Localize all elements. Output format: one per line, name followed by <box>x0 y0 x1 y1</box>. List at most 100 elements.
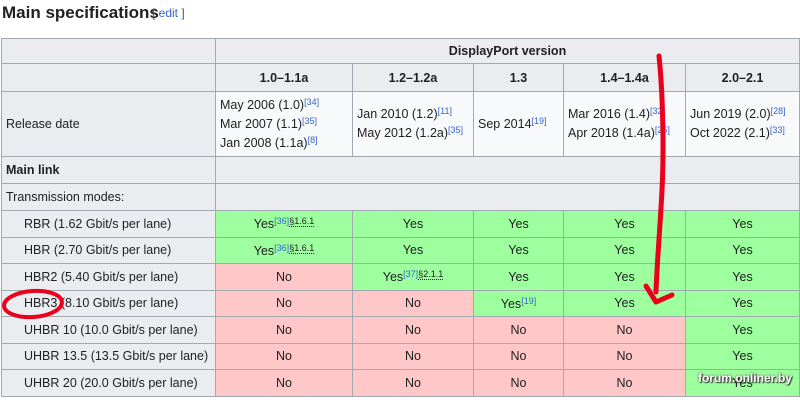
release-line: Oct 2022 (2.1)[33] <box>690 124 795 143</box>
support-cell: No <box>215 316 353 344</box>
table-row: HBR2 (5.40 Gbit/s per lane) No Yes[37]§2.1… <box>1 263 800 291</box>
support-value: Yes <box>253 217 275 232</box>
mode-label: HBR2 (5.40 Gbit/s per lane) <box>1 263 216 291</box>
support-value: No <box>616 349 633 364</box>
release-text: Jan 2010 (1.2) <box>357 107 438 121</box>
support-cell: Yes <box>352 236 474 264</box>
support-value: No <box>276 349 292 364</box>
release-date-cell: May 2006 (1.0)[34] Mar 2007 (1.1)[35] Jan … <box>215 91 353 157</box>
transmission-modes-blank <box>215 183 800 211</box>
support-value: No <box>510 375 527 390</box>
edit-label[interactable]: edit <box>159 6 178 20</box>
section-ref: §2.1.1 <box>418 269 444 281</box>
support-value: Yes <box>732 322 753 337</box>
support-cell: No <box>215 342 353 370</box>
support-value: No <box>405 375 421 390</box>
release-date-row: Release date May 2006 (1.0)[34] Mar 2007 (… <box>1 91 800 157</box>
header-row-group: DisplayPort version <box>1 38 800 64</box>
table-row: HBR (2.70 Gbit/s per lane) Yes[36]§1.6.1 Y… <box>1 236 800 264</box>
watermark: forum.onliner.by <box>697 371 792 385</box>
mode-label: RBR (1.62 Gbit/s per lane) <box>1 210 216 238</box>
support-cell: No <box>352 369 474 397</box>
support-value: No <box>405 349 421 364</box>
support-cell: Yes <box>352 210 474 238</box>
support-value: No <box>276 375 292 390</box>
release-date-cell: Jan 2010 (1.2)[11] May 2012 (1.2a)[35] <box>352 91 474 157</box>
support-cell: Yes <box>685 342 800 370</box>
edit-section-link[interactable]: [ edit ] <box>152 6 185 20</box>
support-value: No <box>405 322 421 337</box>
reference-link[interactable]: [36] <box>274 243 289 253</box>
support-value: Yes <box>732 243 753 258</box>
reference-link[interactable]: [34] <box>304 97 319 107</box>
release-text: Mar 2007 (1.1) <box>220 116 302 131</box>
section-heading: Main specifications <box>2 3 159 22</box>
section-ref: §1.6.1 <box>289 242 315 254</box>
release-date-cell: Mar 2016 (1.4)[32] Apr 2018 (1.4a)[25] <box>563 91 686 157</box>
support-value: Yes <box>508 243 529 258</box>
release-line: Mar 2007 (1.1)[35] <box>220 115 348 134</box>
release-date-label: Release date <box>1 91 216 157</box>
support-cell: Yes <box>563 210 686 238</box>
version-header: 1.2–1.2a <box>352 63 474 92</box>
reference-link[interactable]: [35] <box>448 125 463 135</box>
support-cell: No <box>215 263 353 291</box>
release-line: Jan 2010 (1.2)[11] <box>357 105 469 124</box>
reference-link[interactable]: [11] <box>438 106 452 116</box>
support-cell: Yes <box>563 289 686 317</box>
support-value: Yes <box>382 270 404 285</box>
release-text: Apr 2018 (1.4a) <box>568 126 655 140</box>
support-value: Yes <box>614 216 635 231</box>
version-header: 1.3 <box>473 63 564 92</box>
support-value: Yes <box>614 296 635 311</box>
reference-link[interactable]: [37] <box>403 269 418 279</box>
version-header: 1.4–1.4a <box>563 63 686 92</box>
release-date-cell: Sep 2014[19] <box>473 91 564 157</box>
support-cell: Yes[36]§1.6.1 <box>215 210 353 238</box>
reference-link[interactable]: [36] <box>274 216 289 226</box>
release-line: Mar 2016 (1.4)[32] <box>568 105 681 124</box>
support-value: Yes <box>508 216 529 231</box>
reference-link[interactable]: [19] <box>532 116 547 126</box>
release-line: Jun 2019 (2.0)[28] <box>690 105 795 124</box>
reference-link[interactable]: [33] <box>770 125 785 135</box>
support-cell: No <box>473 316 564 344</box>
support-cell: No <box>563 316 686 344</box>
table-row: HBR3 (8.10 Gbit/s per lane) No No Yes[19] Ye… <box>1 289 800 317</box>
support-cell: No <box>352 289 474 317</box>
reference-link[interactable]: [8] <box>308 135 318 145</box>
release-text: Mar 2016 (1.4) <box>568 107 650 121</box>
support-cell: Yes <box>685 316 800 344</box>
support-cell: No <box>352 342 474 370</box>
support-cell: Yes <box>473 210 564 238</box>
table-row: UHBR 10 (10.0 Gbit/s per lane) No No No No Ye… <box>1 316 800 344</box>
reference-link[interactable]: [19] <box>521 296 536 306</box>
table-row: UHBR 20 (20.0 Gbit/s per lane) No No No No Ye… <box>1 369 800 397</box>
edit-bracket-open: [ <box>152 6 159 20</box>
mode-label: UHBR 10 (10.0 Gbit/s per lane) <box>1 316 216 344</box>
support-value: Yes <box>402 243 424 258</box>
specifications-table: DisplayPort version 1.0–1.1a 1.2–1.2a 1.3 1.… <box>1 38 800 397</box>
support-cell: Yes <box>685 210 800 238</box>
support-cell: Yes <box>685 289 800 317</box>
main-link-blank <box>215 156 800 184</box>
support-cell: Yes <box>563 263 686 291</box>
main-link-label: Main link <box>1 156 216 184</box>
section-ref: §1.6.1 <box>289 216 315 228</box>
support-cell: No <box>563 369 686 397</box>
support-value: Yes <box>500 296 522 311</box>
support-cell: Yes <box>685 236 800 264</box>
release-text: Oct 2022 (2.1) <box>690 126 770 140</box>
support-value: No <box>616 375 633 390</box>
reference-link[interactable]: [28] <box>771 106 786 116</box>
main-link-row: Main link <box>1 156 800 184</box>
support-value: Yes <box>732 349 753 364</box>
support-cell: Yes[36]§1.6.1 <box>215 236 353 264</box>
reference-link[interactable]: [35] <box>302 116 317 126</box>
transmission-modes-label: Transmission modes: <box>1 183 216 211</box>
reference-link[interactable]: [25] <box>655 125 670 135</box>
mode-label: HBR3 (8.10 Gbit/s per lane) <box>1 289 216 317</box>
reference-link[interactable]: [32] <box>650 106 665 116</box>
support-value: No <box>276 296 292 311</box>
release-text: Sep 2014 <box>478 116 532 131</box>
